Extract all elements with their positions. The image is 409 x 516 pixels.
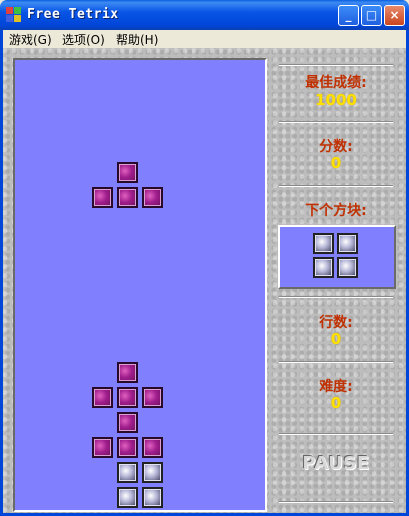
score-label: 分数: (319, 139, 353, 155)
score-value: 0 (330, 154, 342, 172)
magenta-block (117, 387, 138, 408)
level-label: 难度: (319, 379, 353, 395)
game-client-area: 最佳成绩: 1000 分数: 0 下个方块: 行数: 0 难度: 0 PAUSE (3, 48, 406, 513)
next-piece-label: 下个方块: (305, 203, 367, 219)
next-piece-preview (278, 225, 396, 289)
lines-value: 0 (330, 330, 342, 348)
menu-help[interactable]: 帮助(H) (116, 31, 158, 48)
menu-game[interactable]: 游戏(G) (9, 31, 52, 48)
next-silver-block (337, 257, 358, 278)
magenta-block (142, 187, 163, 208)
separator (279, 361, 393, 363)
separator (279, 296, 393, 298)
magenta-block (92, 387, 113, 408)
silver-block (117, 487, 138, 508)
maximize-button[interactable]: □ (361, 5, 382, 26)
best-score-label: 最佳成绩: (305, 75, 367, 91)
separator (279, 433, 393, 435)
magenta-block (117, 362, 138, 383)
magenta-block (117, 412, 138, 433)
separator (279, 185, 393, 187)
close-button[interactable]: × (384, 5, 405, 26)
window-title: Free Tetrix (27, 7, 119, 22)
separator (279, 64, 393, 66)
status-panel: 最佳成绩: 1000 分数: 0 下个方块: 行数: 0 难度: 0 PAUSE (271, 58, 401, 508)
minimize-button[interactable]: _ (338, 5, 359, 26)
best-score-value: 1000 (315, 91, 357, 109)
pause-button[interactable]: PAUSE (271, 453, 401, 474)
level-value: 0 (330, 394, 342, 412)
magenta-block (117, 437, 138, 458)
magenta-block (142, 387, 163, 408)
silver-block (117, 462, 138, 483)
separator (279, 121, 393, 123)
magenta-block (92, 437, 113, 458)
separator (279, 501, 393, 503)
menu-options[interactable]: 选项(O) (62, 31, 105, 48)
app-icon[interactable] (6, 7, 22, 23)
magenta-block (117, 162, 138, 183)
game-board[interactable] (13, 58, 267, 512)
menu-bar: 游戏(G) 选项(O) 帮助(H) (3, 30, 406, 48)
title-bar[interactable]: Free Tetrix _ □ × (0, 0, 409, 30)
magenta-block (142, 437, 163, 458)
lines-label: 行数: (319, 315, 353, 331)
silver-block (142, 462, 163, 483)
silver-block (142, 487, 163, 508)
next-silver-block (337, 233, 358, 254)
next-silver-block (313, 257, 334, 278)
magenta-block (92, 187, 113, 208)
magenta-block (117, 187, 138, 208)
next-silver-block (313, 233, 334, 254)
